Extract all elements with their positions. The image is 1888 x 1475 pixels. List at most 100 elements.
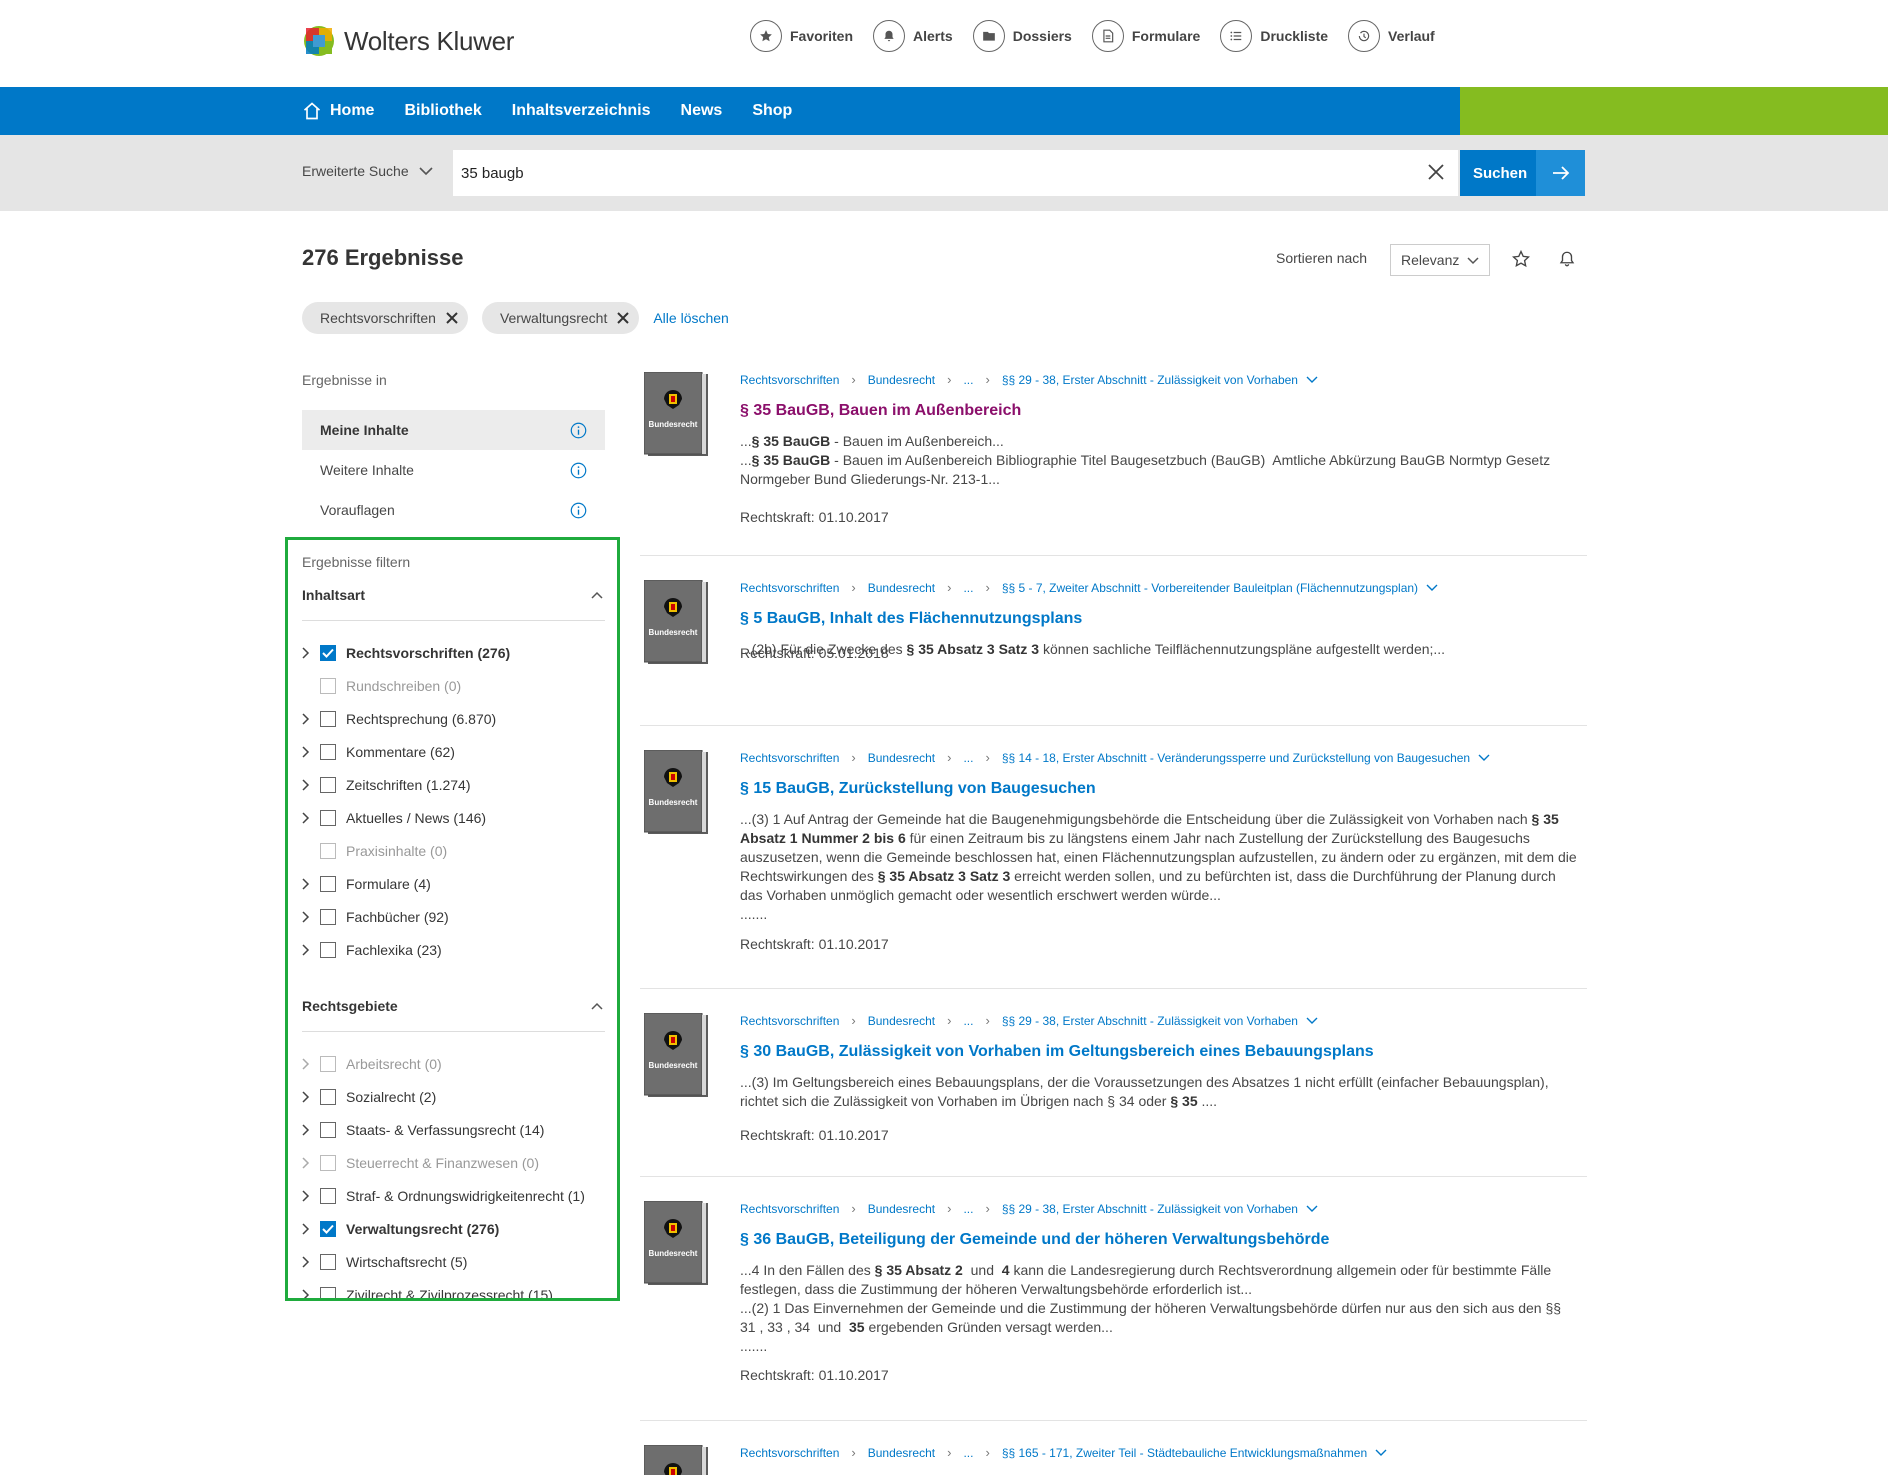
chevron-right-icon[interactable] <box>302 1256 316 1268</box>
checkbox[interactable] <box>320 777 336 793</box>
nav-druckliste[interactable]: Druckliste <box>1220 20 1328 52</box>
result-title-link[interactable]: § 15 BauGB, Zurückstellung von Baugesuch… <box>740 780 1096 798</box>
book-thumbnail-icon[interactable]: Bundesrecht <box>643 1012 710 1099</box>
breadcrumb-link[interactable]: ... <box>963 1202 973 1216</box>
chevron-down-icon[interactable] <box>1470 751 1490 765</box>
filter-option[interactable]: Aktuelles / News (146) <box>302 807 486 829</box>
breadcrumb-link[interactable]: Rechtsvorschriften <box>740 1202 839 1216</box>
nav-shop[interactable]: Shop <box>752 102 792 120</box>
breadcrumb-link[interactable]: Rechtsvorschriften <box>740 373 839 387</box>
checkbox[interactable] <box>320 942 336 958</box>
breadcrumb-link[interactable]: ... <box>963 373 973 387</box>
checkbox[interactable] <box>320 744 336 760</box>
nav-favoriten[interactable]: Favoriten <box>750 20 853 52</box>
filter-option[interactable]: Fachlexika (23) <box>302 939 442 961</box>
checkbox[interactable] <box>320 1188 336 1204</box>
filter-option[interactable]: Arbeitsrecht (0) <box>302 1053 442 1075</box>
book-thumbnail-icon[interactable]: Bundesrecht <box>643 749 710 836</box>
breadcrumb-link[interactable]: Rechtsvorschriften <box>740 1446 839 1460</box>
checkbox[interactable] <box>320 1089 336 1105</box>
checkbox[interactable] <box>320 711 336 727</box>
search-alert-bell-icon[interactable] <box>1558 249 1576 272</box>
chevron-down-icon[interactable] <box>1298 1202 1318 1216</box>
breadcrumb-link[interactable]: Rechtsvorschriften <box>740 581 839 595</box>
chevron-right-icon[interactable] <box>302 779 316 791</box>
nav-verlauf[interactable]: Verlauf <box>1348 20 1435 52</box>
breadcrumb-link[interactable]: Bundesrecht <box>868 751 935 765</box>
book-thumbnail-icon[interactable]: Bundesrecht <box>643 1200 710 1287</box>
scope-vorauflagen[interactable]: Vorauflagen <box>302 490 605 530</box>
section-rechtsgebiete-header[interactable]: Rechtsgebiete <box>302 998 605 1014</box>
filter-option[interactable]: Kommentare (62) <box>302 741 455 763</box>
filter-option[interactable]: Rechtsvorschriften (276) <box>302 642 510 664</box>
search-button[interactable]: Suchen <box>1460 150 1585 196</box>
nav-home[interactable]: Home <box>302 101 374 121</box>
scope-weitere-inhalte[interactable]: Weitere Inhalte <box>302 450 605 490</box>
chevron-right-icon[interactable] <box>302 944 316 956</box>
breadcrumb-link[interactable]: ... <box>963 1014 973 1028</box>
chevron-right-icon[interactable] <box>302 1124 316 1136</box>
breadcrumb-link[interactable]: §§ 165 - 171, Zweiter Teil - Städtebauli… <box>1002 1446 1367 1460</box>
book-thumbnail-icon[interactable]: Bundesrecht <box>643 1444 710 1475</box>
chevron-down-icon[interactable] <box>1418 581 1438 595</box>
chevron-right-icon[interactable] <box>302 1058 316 1070</box>
brand-logo[interactable]: Wolters Kluwer <box>302 24 514 58</box>
breadcrumb-link[interactable]: §§ 5 - 7, Zweiter Abschnitt - Vorbereite… <box>1002 581 1418 595</box>
breadcrumb-link[interactable]: ... <box>963 581 973 595</box>
checkbox[interactable] <box>320 843 336 859</box>
chevron-down-icon[interactable] <box>1298 373 1318 387</box>
nav-formulare[interactable]: Formulare <box>1091 20 1200 52</box>
filter-option[interactable]: Rundschreiben (0) <box>302 675 461 697</box>
save-search-star-icon[interactable] <box>1511 249 1531 271</box>
clear-all-filters-link[interactable]: Alle löschen <box>653 310 729 326</box>
breadcrumb-link[interactable]: Bundesrecht <box>868 1446 935 1460</box>
nav-dossiers[interactable]: Dossiers <box>972 20 1072 52</box>
search-input[interactable] <box>453 150 1458 196</box>
clear-search-icon[interactable] <box>1426 162 1446 185</box>
checkbox[interactable] <box>320 645 336 661</box>
chevron-right-icon[interactable] <box>302 647 316 659</box>
chevron-right-icon[interactable] <box>302 812 316 824</box>
breadcrumb-link[interactable]: Bundesrecht <box>868 1014 935 1028</box>
breadcrumb-link[interactable]: Bundesrecht <box>868 1202 935 1216</box>
breadcrumb-link[interactable]: Rechtsvorschriften <box>740 751 839 765</box>
breadcrumb-link[interactable]: §§ 29 - 38, Erster Abschnitt - Zulässigk… <box>1002 1202 1298 1216</box>
chevron-right-icon[interactable] <box>302 878 316 890</box>
result-title-link[interactable]: § 36 BauGB, Beteiligung der Gemeinde und… <box>740 1231 1329 1249</box>
result-title-link[interactable]: § 30 BauGB, Zulässigkeit von Vorhaben im… <box>740 1043 1374 1061</box>
checkbox[interactable] <box>320 876 336 892</box>
book-thumbnail-icon[interactable]: Bundesrecht <box>643 579 710 666</box>
chevron-right-icon[interactable] <box>302 911 316 923</box>
info-icon[interactable] <box>570 462 587 482</box>
advanced-search-toggle[interactable]: Erweiterte Suche <box>302 163 433 179</box>
close-icon[interactable] <box>617 312 630 324</box>
breadcrumb-link[interactable]: Bundesrecht <box>868 373 935 387</box>
info-icon[interactable] <box>570 422 587 442</box>
chevron-down-icon[interactable] <box>1298 1014 1318 1028</box>
breadcrumb-link[interactable]: §§ 29 - 38, Erster Abschnitt - Zulässigk… <box>1002 1014 1298 1028</box>
breadcrumb-link[interactable]: Rechtsvorschriften <box>740 1014 839 1028</box>
nav-alerts[interactable]: Alerts <box>873 20 953 52</box>
filter-option[interactable]: Zivilrecht & Zivilprozessrecht (15) <box>302 1284 553 1298</box>
filter-option[interactable]: Zeitschriften (1.274) <box>302 774 471 796</box>
filter-option[interactable]: Straf- & Ordnungswidrigkeitenrecht (1) <box>302 1185 585 1207</box>
chevron-right-icon[interactable] <box>302 1157 316 1169</box>
filter-option[interactable]: Rechtsprechung (6.870) <box>302 708 496 730</box>
checkbox[interactable] <box>320 1155 336 1171</box>
chevron-right-icon[interactable] <box>302 1190 316 1202</box>
filter-option[interactable]: Sozialrecht (2) <box>302 1086 436 1108</box>
breadcrumb-link[interactable]: ... <box>963 1446 973 1460</box>
filter-option[interactable]: Fachbücher (92) <box>302 906 449 928</box>
breadcrumb-link[interactable]: Bundesrecht <box>868 581 935 595</box>
checkbox[interactable] <box>320 1056 336 1072</box>
result-title-link[interactable]: § 35 BauGB, Bauen im Außenbereich <box>740 402 1021 420</box>
filter-option[interactable]: Praxisinhalte (0) <box>302 840 447 862</box>
checkbox[interactable] <box>320 1122 336 1138</box>
chevron-right-icon[interactable] <box>302 1091 316 1103</box>
checkbox[interactable] <box>320 1254 336 1270</box>
breadcrumb-link[interactable]: §§ 14 - 18, Erster Abschnitt - Veränderu… <box>1002 751 1470 765</box>
nav-bibliothek[interactable]: Bibliothek <box>404 102 481 120</box>
close-icon[interactable] <box>446 312 458 324</box>
chevron-right-icon[interactable] <box>302 1223 316 1235</box>
nav-news[interactable]: News <box>681 102 723 120</box>
